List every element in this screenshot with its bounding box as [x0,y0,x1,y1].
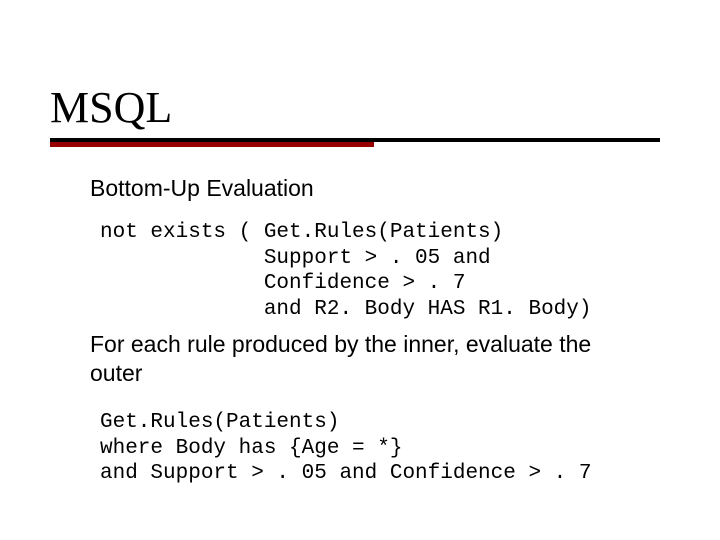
title-rule-red [50,142,374,147]
content-area: Bottom-Up Evaluation not exists ( Get.Ru… [90,175,650,487]
slide: MSQL Bottom-Up Evaluation not exists ( G… [0,0,720,540]
code-block-1: not exists ( Get.Rules(Patients) Support… [100,220,650,322]
subheading: Bottom-Up Evaluation [90,175,650,202]
body-text: For each rule produced by the inner, eva… [90,330,650,388]
slide-title: MSQL [50,82,172,133]
code-block-2: Get.Rules(Patients) where Body has {Age … [100,410,650,487]
